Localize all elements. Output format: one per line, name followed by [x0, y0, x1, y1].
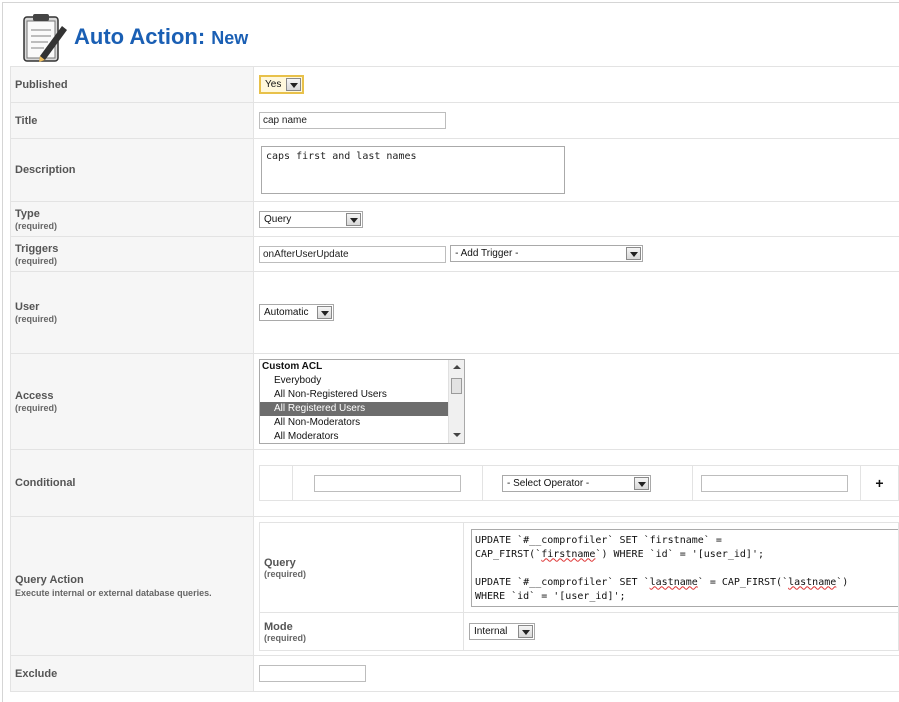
query-required: (required) [264, 569, 463, 579]
chevron-down-icon [286, 78, 301, 91]
access-option-registered[interactable]: All Registered Users [260, 402, 464, 416]
type-label: Type(required) [11, 202, 254, 237]
auto-action-form: Published Yes Title Description caps fir… [10, 66, 899, 692]
query-textarea[interactable]: UPDATE `#__comprofiler` SET `firstname` … [471, 529, 899, 607]
exclude-input[interactable] [259, 665, 366, 682]
access-listbox[interactable]: Custom ACL Everybody All Non-Registered … [259, 359, 465, 444]
condition-value-input[interactable] [701, 475, 848, 492]
description-label: Description [11, 139, 254, 202]
clipboard-pencil-icon [18, 12, 68, 64]
triggers-input[interactable] [259, 246, 446, 263]
scroll-down-icon[interactable] [453, 433, 461, 437]
page-header: Auto Action: New [18, 12, 418, 66]
row-description: Description caps first and last names [11, 139, 899, 202]
chevron-down-icon [317, 306, 332, 319]
row-exclude: Exclude [11, 656, 899, 692]
page-title-sub: New [211, 28, 248, 48]
description-textarea[interactable]: caps first and last names [261, 146, 565, 194]
query-action-params: Query (required) UPDATE `#__comprofiler`… [259, 522, 899, 651]
row-user: User(required) Automatic [11, 272, 899, 354]
chevron-down-icon [346, 213, 361, 226]
user-label: User(required) [11, 272, 254, 354]
mode-select[interactable]: Internal [469, 623, 535, 640]
access-label: Access(required) [11, 354, 254, 450]
access-option-everybody[interactable]: Everybody [260, 374, 464, 388]
mode-label: Mode [264, 621, 293, 633]
scroll-up-icon[interactable] [453, 365, 461, 369]
row-type: Type(required) Query [11, 202, 899, 237]
title-label: Title [11, 103, 254, 139]
chevron-down-icon [634, 477, 649, 490]
page-title: Auto Action: New [74, 24, 248, 50]
query-action-label: Query ActionExecute internal or external… [11, 517, 254, 656]
row-published: Published Yes [11, 67, 899, 103]
user-select[interactable]: Automatic [259, 304, 334, 321]
row-query-action: Query ActionExecute internal or external… [11, 517, 899, 656]
row-title: Title [11, 103, 899, 139]
row-access: Access(required) Custom ACL Everybody Al… [11, 354, 899, 450]
scroll-thumb[interactable] [451, 378, 462, 394]
published-select[interactable]: Yes [259, 75, 304, 94]
published-label: Published [11, 67, 254, 103]
conditional-row: - Select Operator - + [259, 465, 899, 501]
mode-required: (required) [264, 633, 463, 643]
chevron-down-icon [626, 247, 641, 260]
triggers-label: Triggers(required) [11, 237, 254, 272]
row-triggers: Triggers(required) - Add Trigger - [11, 237, 899, 272]
row-conditional: Conditional - Select Operator - [11, 450, 899, 517]
add-condition-button[interactable]: + [861, 466, 899, 501]
page-title-main: Auto Action: [74, 24, 205, 49]
condition-field-input[interactable] [314, 475, 461, 492]
chevron-down-icon [518, 625, 533, 638]
exclude-label: Exclude [11, 656, 254, 692]
access-option-non-registered[interactable]: All Non-Registered Users [260, 388, 464, 402]
title-input[interactable] [259, 112, 446, 129]
access-option-non-moderators[interactable]: All Non-Moderators [260, 416, 464, 430]
access-scrollbar[interactable] [448, 360, 464, 443]
condition-operator-select[interactable]: - Select Operator - [502, 475, 651, 492]
access-group-label: Custom ACL [260, 360, 464, 374]
type-select[interactable]: Query [259, 211, 363, 228]
conditional-label: Conditional [11, 450, 254, 517]
access-option-moderators[interactable]: All Moderators [260, 430, 464, 444]
query-label: Query [264, 557, 296, 569]
add-trigger-select[interactable]: - Add Trigger - [450, 245, 643, 262]
